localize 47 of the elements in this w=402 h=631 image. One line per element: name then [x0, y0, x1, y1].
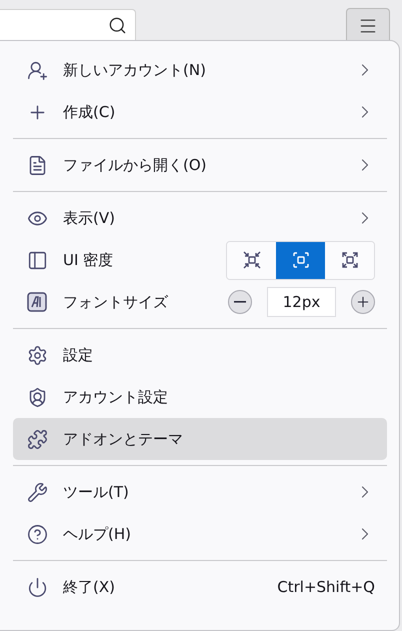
menu-item-label: アドオンとテーマ	[63, 430, 184, 448]
menu-item[interactable]: 作成(C)	[13, 91, 387, 133]
menu-item[interactable]: ツール(T)	[13, 471, 387, 513]
menu-item-label: 作成(C)	[63, 102, 116, 122]
menu-item[interactable]: 表示(V)	[13, 197, 387, 239]
wrench-icon	[26, 482, 48, 502]
menu-item[interactable]: フォントサイズ 12px	[13, 281, 387, 323]
user-plus-icon	[26, 60, 48, 80]
search-field[interactable]	[0, 9, 136, 40]
menu-item[interactable]: ファイルから開く(O)	[13, 144, 387, 186]
menu-item[interactable]: 終了(X) Ctrl+Shift+Q	[13, 566, 387, 608]
menu-item[interactable]: アカウント設定	[13, 376, 387, 418]
menu-item[interactable]: ヘルプ(H)	[13, 513, 387, 555]
plus-icon	[355, 294, 371, 310]
menu-item-label: アカウント設定	[63, 388, 169, 406]
menu-item-label: フォントサイズ	[63, 292, 169, 312]
help-icon	[26, 524, 48, 544]
menu-button[interactable]	[346, 8, 390, 42]
menu-item-label: UI 密度	[63, 250, 114, 270]
power-icon	[26, 576, 48, 598]
compact-density-icon	[242, 250, 262, 270]
spacious-density-icon	[340, 250, 360, 270]
menu-item-label: 表示(V)	[63, 208, 116, 228]
settings-icon	[26, 344, 48, 366]
density-option[interactable]	[276, 242, 325, 278]
increase-button[interactable]	[351, 290, 375, 314]
menu-item-label: ヘルプ(H)	[63, 524, 132, 544]
menu-item-label: 設定	[63, 346, 94, 364]
menu-item[interactable]: 設定	[13, 334, 387, 376]
menu-item[interactable]: UI 密度	[13, 239, 387, 281]
search-icon	[108, 16, 127, 34]
minus-icon	[234, 301, 246, 303]
density-option[interactable]	[227, 242, 276, 278]
shortcut-text: Ctrl+Shift+Q	[277, 578, 375, 596]
menu-item-label: 終了(X)	[63, 578, 116, 596]
decrease-button[interactable]	[228, 290, 252, 314]
font-icon	[26, 291, 48, 313]
menu-item-label: 新しいアカウント(N)	[63, 60, 207, 80]
normal-density-icon	[290, 250, 310, 270]
font-size-field[interactable]: 12px	[267, 287, 336, 317]
menu-item-label: ファイルから開く(O)	[63, 156, 208, 174]
puzzle-icon	[26, 428, 48, 450]
density-option[interactable]	[325, 242, 374, 278]
menu-item-label: ツール(T)	[63, 482, 130, 502]
menu-item[interactable]: 新しいアカウント(N)	[13, 49, 387, 91]
menu-item[interactable]: アドオンとテーマ	[13, 418, 387, 460]
list-icon	[26, 250, 48, 270]
